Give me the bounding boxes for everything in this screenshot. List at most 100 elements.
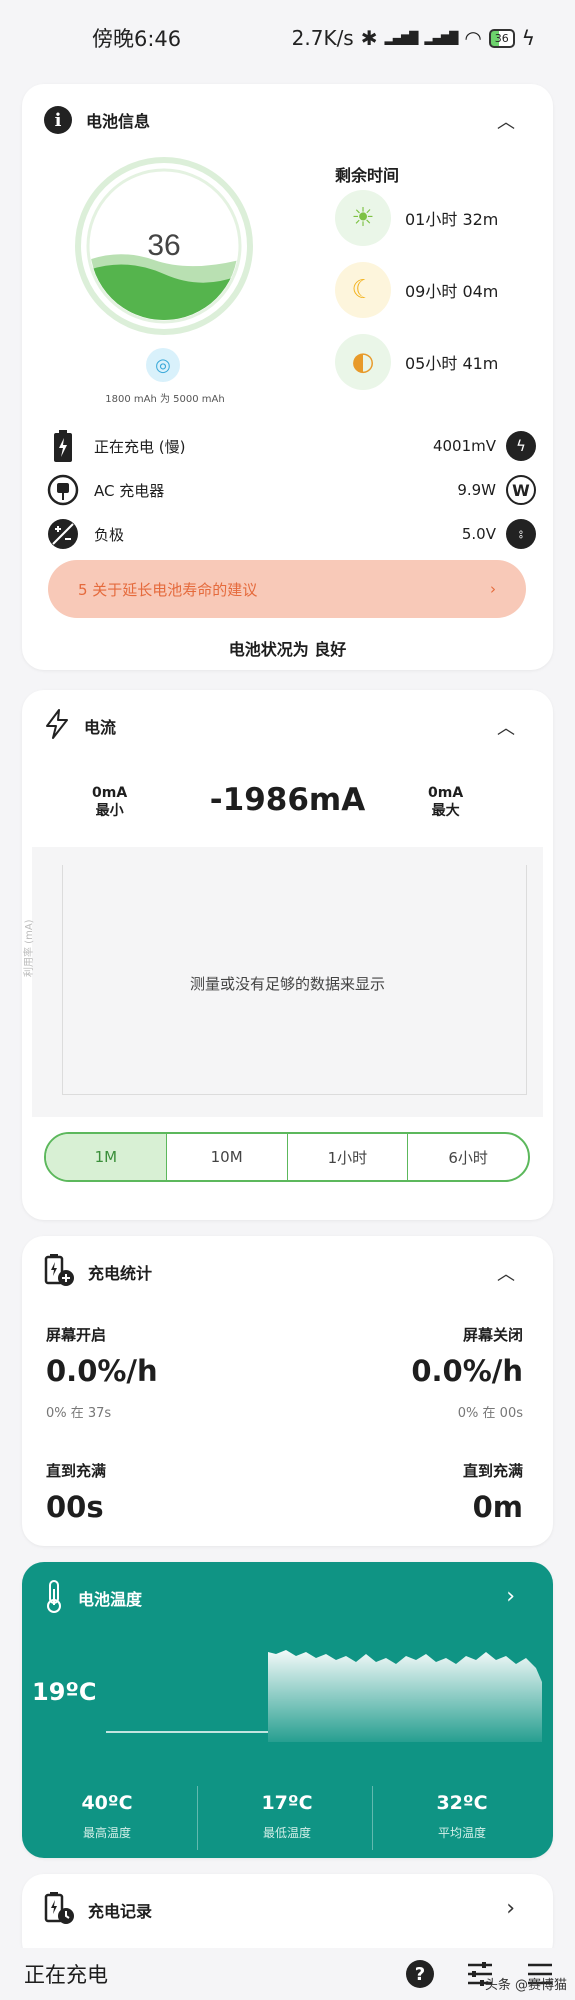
screen-on-sub: 0% 在 37s	[46, 1406, 112, 1421]
chevron-right-icon: ›	[490, 580, 496, 598]
until-full-label: 直到充满	[46, 1462, 107, 1480]
battery-info-card: i 电池信息 ︿ 36 ◎ 1800 mAh 为 5000 mAh 剩余时间 ☀…	[22, 84, 553, 670]
network-speed: 2.7K/s	[291, 26, 354, 50]
capacity-text: 1800 mAh 为 5000 mAh	[105, 394, 225, 404]
chart-empty-message: 测量或没有足够的数据来显示	[189, 975, 385, 993]
current-card: 电流 ︿ 0mA 最小 -1986mA 0mA 最大 利用率 (mA) 测量或没…	[22, 690, 553, 1220]
signal-2-icon: ▂▄▆█	[424, 31, 458, 45]
battery-stat-row: AC 充电器 9.9W W	[46, 470, 536, 510]
range-10m[interactable]: 10M	[165, 1134, 287, 1180]
until-full-label: 直到充满	[462, 1462, 523, 1480]
chevron-up-icon[interactable]: ︿	[497, 714, 515, 740]
battery-info-header[interactable]: i 电池信息	[44, 104, 150, 136]
status-icons: 2.7K/s ✱ ▂▄▆█ ▂▄▆█ ◠ 36 ϟ	[292, 26, 535, 50]
screen-on-label: 屏幕开启	[46, 1326, 107, 1344]
current-header[interactable]: 电流	[44, 709, 117, 743]
battery-clock-icon	[44, 1892, 74, 1928]
battery-plus-icon	[44, 1254, 74, 1290]
svg-text:?: ?	[415, 1964, 425, 1985]
time-range-selector: 1M 10M 1小时 6小时	[44, 1132, 530, 1182]
remaining-row: ☾ 09小时 04m	[335, 262, 498, 318]
charge-stats-title: 充电统计	[88, 1264, 153, 1283]
min-temp-value: 17ºC	[261, 1792, 313, 1814]
max-temp-label: 最高温度	[82, 1826, 131, 1840]
current-chart: 利用率 (mA) 测量或没有足够的数据来显示	[24, 847, 543, 1117]
battery-info-title: 电池信息	[86, 112, 151, 131]
remaining-title: 剩余时间	[335, 166, 400, 185]
screen-off-label: 屏幕关闭	[462, 1326, 523, 1344]
capacity-icon: ◎	[146, 348, 180, 382]
divider	[197, 1786, 198, 1850]
bottom-title: 正在充电	[24, 1963, 108, 1987]
battery-percent: 36	[147, 229, 180, 262]
divider	[372, 1786, 373, 1850]
stat-value: 4001mV	[432, 437, 496, 455]
help-icon[interactable]: ?	[405, 1959, 435, 1989]
screen-off-sub: 0% 在 00s	[457, 1406, 523, 1421]
current-max-value: 0mA	[428, 785, 464, 801]
tips-text: 5 关于延长电池寿命的建议	[78, 580, 258, 599]
chevron-right-icon: ›	[506, 1896, 515, 1921]
outlet-icon: ⦂	[506, 519, 536, 549]
temperature-card[interactable]: 电池温度 › 19ºC 40ºC 最高温度 17ºC 最低温度 32ºC 平均温…	[22, 1562, 553, 1858]
charging-bolt-icon: ϟ	[521, 26, 535, 50]
avg-temperature: 32ºC 平均温度	[377, 1792, 547, 1841]
stat-label: 正在充电 (慢)	[94, 437, 186, 456]
until-full-value: 0m	[472, 1490, 523, 1524]
current-title: 电流	[84, 718, 117, 737]
chevron-up-icon[interactable]: ︿	[497, 108, 515, 134]
current-max-label: 最大	[431, 803, 460, 819]
moon-icon: ☾	[335, 262, 391, 318]
info-icon: i	[44, 106, 72, 134]
status-time: 傍晚6:46	[92, 27, 182, 51]
thermometer-icon	[44, 1579, 64, 1617]
status-bar: 傍晚6:46 2.7K/s ✱ ▂▄▆█ ▂▄▆█ ◠ 36 ϟ	[0, 0, 575, 76]
plug-icon	[46, 473, 80, 507]
polarity-icon	[46, 517, 80, 551]
min-temperature: 17ºC 最低温度	[202, 1792, 372, 1841]
remaining-value: 05小时 41m	[405, 354, 499, 373]
stat-value: 9.9W	[457, 481, 496, 499]
temperature-title: 电池温度	[78, 1590, 143, 1609]
screen-off-rate: 0.0%/h	[411, 1354, 523, 1388]
range-6h[interactable]: 6小时	[407, 1134, 528, 1180]
min-temp-label: 最低温度	[262, 1826, 311, 1840]
battery-stat-row: 正在充电 (慢) 4001mV ϟ	[46, 426, 536, 466]
remaining-value: 09小时 04m	[405, 282, 499, 301]
charge-stats-header[interactable]: 充电统计	[44, 1254, 153, 1290]
charge-record-header: 充电记录	[44, 1892, 153, 1928]
battery-icon: 36	[488, 28, 515, 48]
sun-icon: ☀	[335, 190, 391, 246]
temperature-graph	[106, 1650, 542, 1742]
avg-temp-label: 平均温度	[437, 1826, 486, 1840]
range-1m[interactable]: 1M	[46, 1134, 166, 1180]
bolt-icon: ϟ	[506, 431, 536, 461]
stat-label: 负极	[94, 525, 125, 544]
screen-on-rate: 0.0%/h	[46, 1354, 158, 1388]
chart-y-label: 利用率 (mA)	[24, 919, 35, 977]
current-temperature: 19ºC	[32, 1678, 97, 1706]
charge-record-title: 充电记录	[88, 1902, 153, 1921]
max-temperature: 40ºC 最高温度	[22, 1792, 192, 1841]
charge-stats-card: 充电统计 ︿ 屏幕开启 0.0%/h 0% 在 37s 屏幕关闭 0.0%/h …	[22, 1236, 553, 1546]
battery-health: 电池状况为 良好	[228, 640, 347, 659]
chevron-up-icon[interactable]: ︿	[497, 1260, 515, 1286]
remaining-row: ◐ 05小时 41m	[335, 334, 498, 390]
bluetooth-icon: ✱	[360, 26, 378, 50]
wifi-icon: ◠	[464, 26, 482, 50]
battery-gauge: 36	[75, 157, 253, 335]
current-value: -1986mA	[209, 782, 366, 818]
watermark: 头条 @赛博猫	[484, 1978, 567, 1993]
stat-label: AC 充电器	[94, 481, 165, 500]
battery-stat-row: 负极 5.0V ⦂	[46, 514, 536, 554]
chevron-right-icon: ›	[506, 1584, 515, 1609]
remaining-value: 01小时 32m	[405, 210, 499, 229]
battery-tips-button[interactable]: 5 关于延长电池寿命的建议 ›	[48, 560, 526, 618]
range-1h[interactable]: 1小时	[286, 1134, 408, 1180]
stat-value: 5.0V	[461, 525, 496, 543]
avg-temp-value: 32ºC	[436, 1792, 488, 1814]
bolt-outline-icon	[44, 709, 70, 743]
max-temp-value: 40ºC	[81, 1792, 133, 1814]
signal-icon: ▂▄▆█	[384, 31, 419, 45]
watt-icon: W	[506, 475, 536, 505]
